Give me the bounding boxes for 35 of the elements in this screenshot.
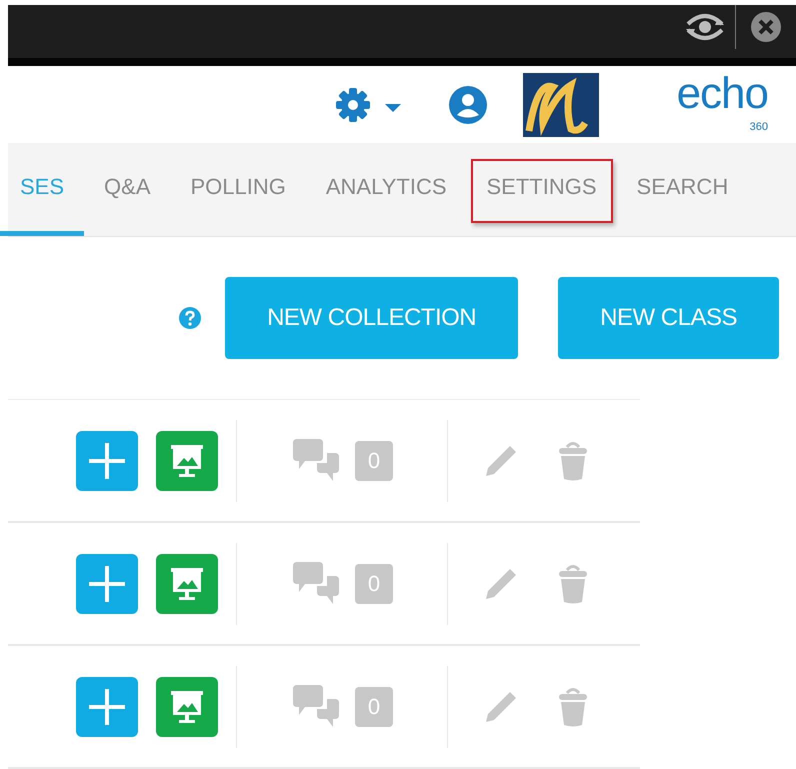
plus-icon <box>87 686 127 727</box>
help-icon[interactable] <box>179 307 202 330</box>
action-button[interactable]: NEW CLASS <box>558 277 779 360</box>
add-button[interactable] <box>76 676 138 737</box>
comment-count: 0 <box>355 564 393 604</box>
comment-count: 0 <box>355 440 393 481</box>
plus-icon <box>87 564 127 604</box>
edit-icon[interactable] <box>484 690 518 724</box>
echo360-logo: echo 360 <box>676 76 769 134</box>
settings-icon[interactable] <box>334 86 371 123</box>
nav-tab[interactable]: POLLING <box>170 143 306 236</box>
caret-icon[interactable] <box>382 102 403 113</box>
comments-icon[interactable] <box>291 438 341 483</box>
nav-tab[interactable]: SETTINGS <box>466 143 617 236</box>
user-icon[interactable] <box>448 86 487 124</box>
presentation-button[interactable] <box>156 676 218 737</box>
presentation-button[interactable] <box>156 430 218 491</box>
presentation-button[interactable] <box>156 554 218 614</box>
action-button[interactable]: NEW COLLECTION <box>225 277 518 360</box>
comments-icon[interactable] <box>291 684 341 729</box>
add-button[interactable] <box>76 554 138 614</box>
delete-icon[interactable] <box>558 440 588 481</box>
nav-tab[interactable]: SEARCH <box>616 143 748 236</box>
plus-icon <box>87 440 127 481</box>
edit-icon[interactable] <box>484 566 518 601</box>
nav-tab[interactable]: ANALYTICS <box>306 143 466 236</box>
edit-icon[interactable] <box>484 444 518 478</box>
nav-tab[interactable]: Q&A <box>84 143 170 236</box>
comment-count: 0 <box>355 686 393 727</box>
comments-icon[interactable] <box>291 562 341 606</box>
close-icon[interactable] <box>750 11 782 43</box>
nav-tab[interactable]: SES <box>0 143 84 236</box>
delete-icon[interactable] <box>558 564 588 604</box>
delete-icon[interactable] <box>558 686 588 727</box>
add-button[interactable] <box>76 430 138 491</box>
